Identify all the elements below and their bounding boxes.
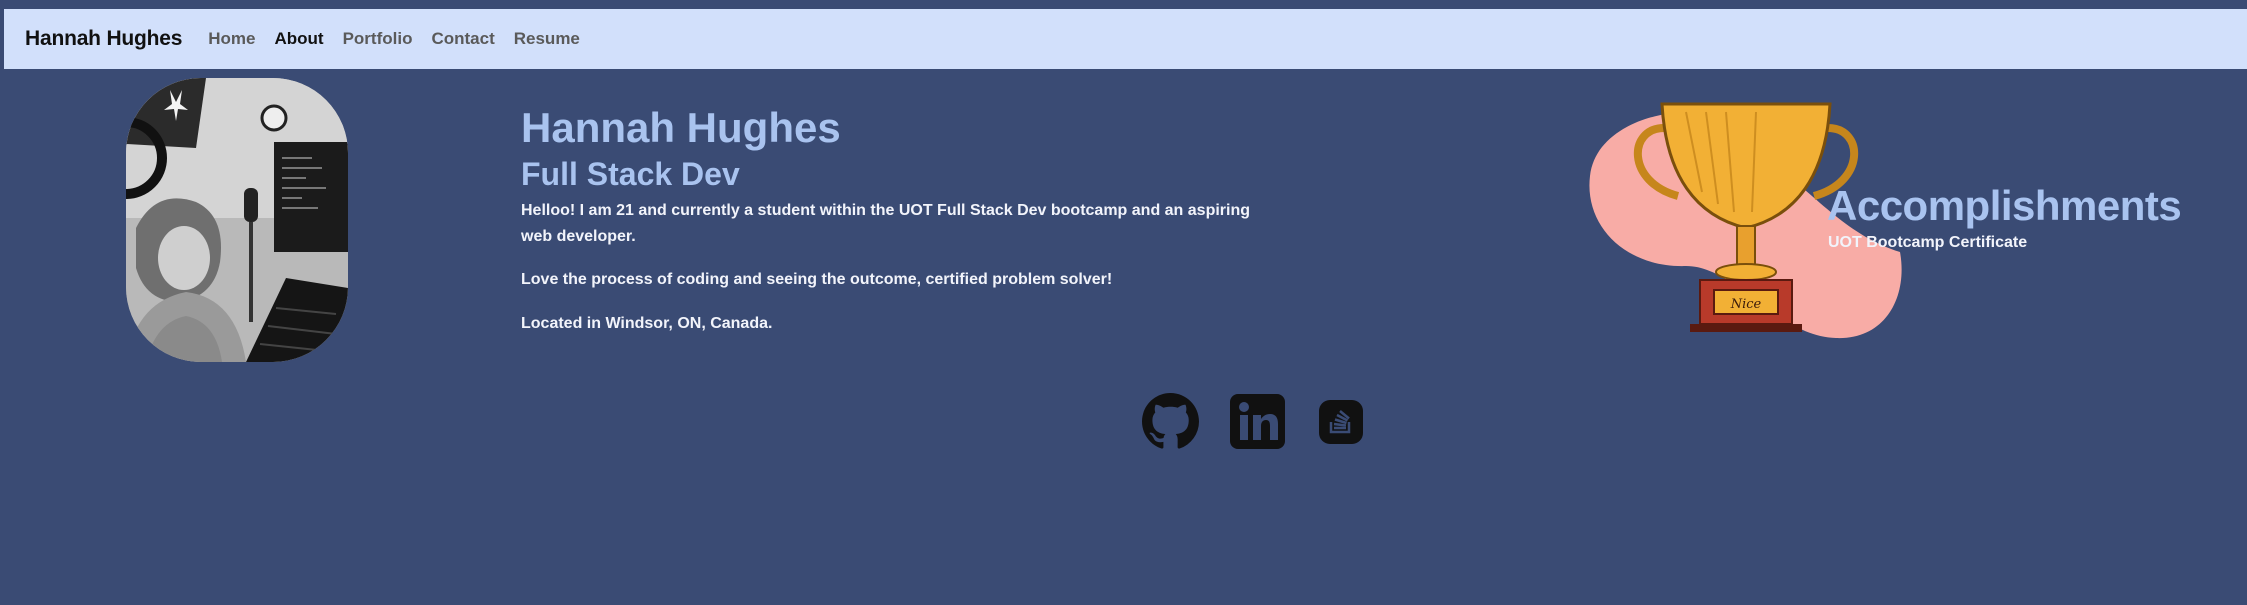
about-title: Full Stack Dev xyxy=(521,156,740,192)
github-icon xyxy=(1142,393,1199,449)
navbar-brand[interactable]: Hannah Hughes xyxy=(25,27,182,51)
linkedin-icon xyxy=(1230,394,1285,449)
linkedin-link[interactable] xyxy=(1230,394,1285,454)
accomplishments-title: Accomplishments xyxy=(1827,182,2182,229)
nav-link-contact[interactable]: Contact xyxy=(431,29,494,49)
about-name: Hannah Hughes xyxy=(521,104,841,151)
social-links xyxy=(1142,393,1363,455)
github-link[interactable] xyxy=(1142,393,1199,455)
nav-link-portfolio[interactable]: Portfolio xyxy=(343,29,413,49)
accomplishments-section: Accomplishments UOT Bootcamp Certificate xyxy=(1827,182,2182,252)
about-paragraph-passion: Love the process of coding and seeing th… xyxy=(521,271,1113,288)
about-section: Hannah Hughes Full Stack Dev Helloo! I a… xyxy=(521,104,1281,337)
stackoverflow-link[interactable] xyxy=(1319,399,1363,449)
nav-link-resume[interactable]: Resume xyxy=(514,29,580,49)
nav-link-about[interactable]: About xyxy=(274,29,323,49)
accomplishment-item: UOT Bootcamp Certificate xyxy=(1828,234,2028,251)
about-paragraph-location: Located in Windsor, ON, Canada. xyxy=(521,315,773,332)
trophy-plaque-text: Nice xyxy=(1730,297,1762,312)
nav-links: Home About Portfolio Contact Resume xyxy=(208,29,580,49)
profile-photo xyxy=(126,78,348,362)
nav-link-home[interactable]: Home xyxy=(208,29,255,49)
stackoverflow-icon xyxy=(1319,399,1363,444)
navbar: Hannah Hughes Home About Portfolio Conta… xyxy=(4,9,2247,69)
about-paragraph-intro: Helloo! I am 21 and currently a student … xyxy=(521,202,1251,245)
